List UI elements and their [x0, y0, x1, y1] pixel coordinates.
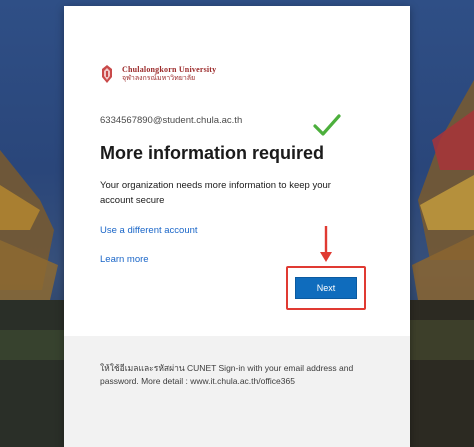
page-title: More information required [100, 143, 325, 163]
chula-crest-icon [102, 65, 112, 83]
body-description: Your organization needs more information… [100, 180, 331, 206]
use-different-account-link[interactable]: Use a different account [100, 225, 198, 236]
logo-text: Chulalongkorn University จุฬาลงกรณ์มหาวิ… [122, 65, 216, 83]
university-logo: Chulalongkorn University จุฬาลงกรณ์มหาวิ… [100, 64, 216, 84]
arrow-down-icon [320, 226, 332, 262]
footer-info-text: ให้ใช้อีเมลและรหัสผ่าน CUNET Sign-in wit… [100, 363, 354, 386]
learn-more-link[interactable]: Learn more [100, 254, 149, 265]
account-email: 6334567890@student.chula.ac.th [100, 115, 243, 126]
university-name-th: จุฬาลงกรณ์มหาวิทยาลัย [122, 74, 196, 82]
signin-card: Chulalongkorn University จุฬาลงกรณ์มหาวิ… [64, 6, 410, 447]
card-footer [64, 336, 410, 447]
checkmark-icon [313, 114, 341, 136]
next-button[interactable]: Next [295, 277, 357, 299]
university-name-en: Chulalongkorn University [122, 65, 217, 74]
